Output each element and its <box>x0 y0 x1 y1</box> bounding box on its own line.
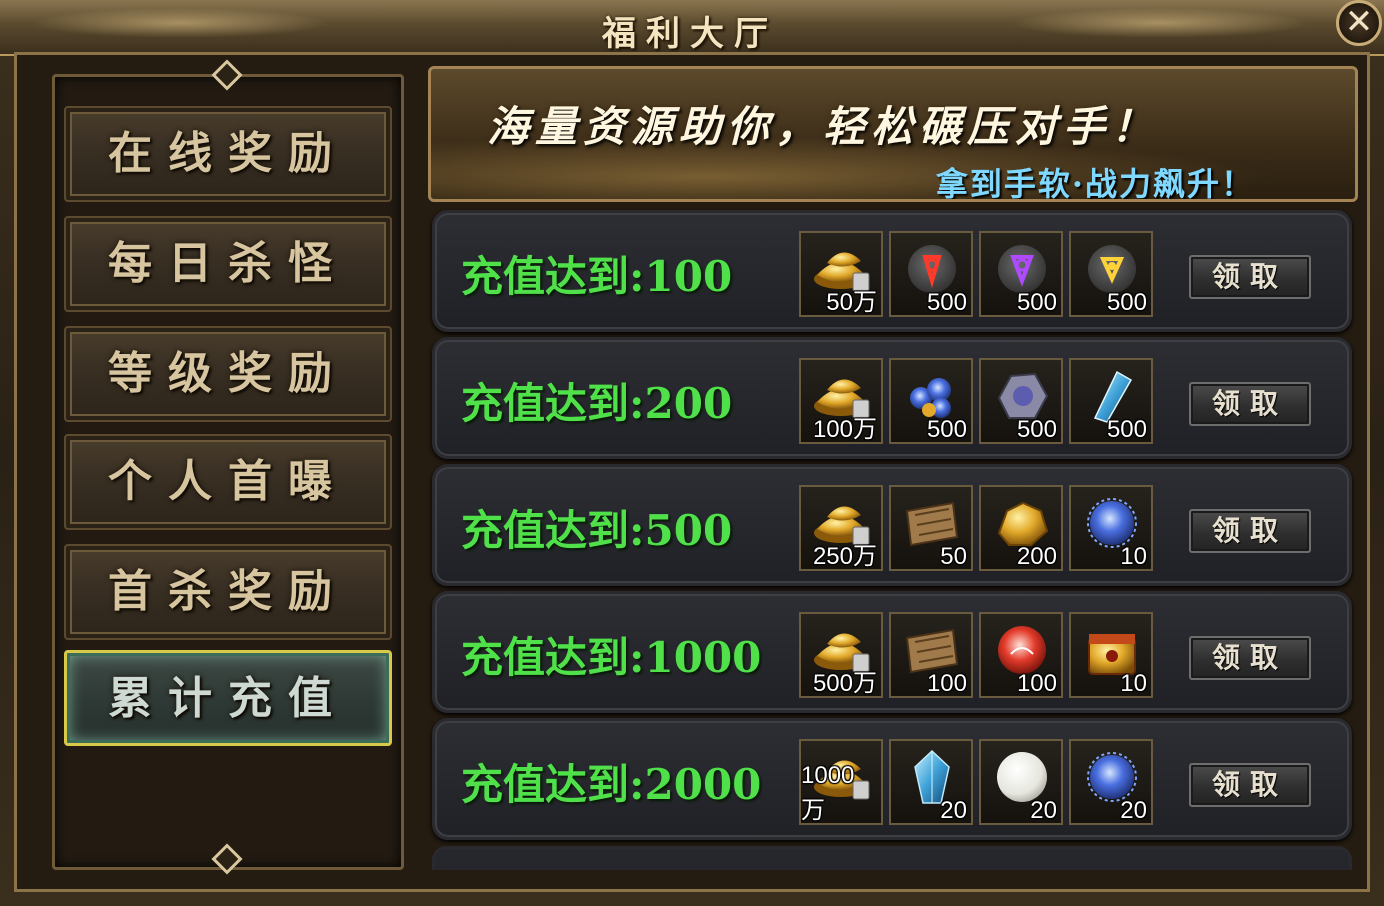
close-button[interactable]: ✕ <box>1336 0 1382 46</box>
reward-quantity: 500 <box>1016 289 1057 316</box>
reward-slot[interactable]: 100 <box>979 612 1063 698</box>
sidebar-item-cumulative-recharge[interactable]: 累计充值 <box>64 650 392 746</box>
reward-slot[interactable]: 250万 <box>799 485 883 571</box>
reward-quantity: 200 <box>1016 543 1057 570</box>
reward-list[interactable]: 充值达到:100 50万 500 500 500 领取 充值达到:200 100万 500 500… <box>432 210 1352 870</box>
reward-quantity: 50万 <box>826 289 877 316</box>
recharge-threshold-label: 充值达到:200 <box>461 379 733 428</box>
reward-row: 充值达到:100 50万 500 500 500 领取 <box>432 210 1352 332</box>
reward-quantity: 10 <box>1120 670 1147 697</box>
claim-button[interactable]: 领取 <box>1189 509 1311 553</box>
sidebar-item-level-reward[interactable]: 等级奖励 <box>64 326 392 422</box>
reward-slot[interactable]: 500万 <box>799 612 883 698</box>
reward-quantity: 500 <box>1016 416 1057 443</box>
sidebar-item-label: 首杀奖励 <box>108 566 348 617</box>
reward-slot[interactable]: 500 <box>1069 358 1153 444</box>
reward-quantity: 20 <box>1030 797 1057 824</box>
reward-quantity: 500万 <box>812 670 877 697</box>
reward-slot[interactable]: 500 <box>1069 231 1153 317</box>
sidebar-item-label: 在线奖励 <box>108 128 348 179</box>
reward-slot[interactable]: 500 <box>979 231 1063 317</box>
reward-quantity: 100万 <box>812 416 877 443</box>
recharge-threshold-label: 充值达到:100 <box>461 252 733 301</box>
claim-button[interactable]: 领取 <box>1189 382 1311 426</box>
reward-slot[interactable]: 200 <box>979 485 1063 571</box>
title-bar: 福利大厅 <box>0 0 1384 56</box>
reward-slot[interactable]: 20 <box>979 739 1063 825</box>
promo-banner: 海量资源助你，轻松碾压对手！ 拿到手软·战力飙升！ <box>428 66 1358 202</box>
sidebar-item-label: 每日杀怪 <box>108 238 348 289</box>
reward-quantity: 100 <box>926 670 967 697</box>
reward-slot[interactable]: 500 <box>889 231 973 317</box>
left-ornament <box>30 8 330 38</box>
reward-quantity: 500 <box>926 289 967 316</box>
sidebar-item-personal-first[interactable]: 个人首曝 <box>64 434 392 530</box>
window-frame: 福利大厅 ✕ 在线奖励 每日杀怪 等级奖励 个人首曝 首杀奖励 累计充值 海量资… <box>0 0 1384 906</box>
reward-quantity: 20 <box>1120 797 1147 824</box>
reward-slot[interactable]: 50万 <box>799 231 883 317</box>
claim-button[interactable]: 领取 <box>1189 255 1311 299</box>
next-row-peek <box>432 846 1352 870</box>
reward-slot[interactable]: 10 <box>1069 612 1153 698</box>
reward-quantity: 500 <box>926 416 967 443</box>
reward-slot[interactable]: 500 <box>889 358 973 444</box>
reward-row: 充值达到:200 100万 500 500 500 领取 <box>432 337 1352 459</box>
sidebar-item-label: 累计充值 <box>108 673 348 724</box>
sidebar-item-first-kill-reward[interactable]: 首杀奖励 <box>64 544 392 640</box>
recharge-threshold-label: 充值达到:2000 <box>461 760 762 809</box>
claim-button-label: 领取 <box>1211 387 1288 420</box>
reward-quantity: 50 <box>940 543 967 570</box>
reward-quantity: 10 <box>1120 543 1147 570</box>
sidebar-item-online-reward[interactable]: 在线奖励 <box>64 106 392 202</box>
claim-button-label: 领取 <box>1211 768 1288 801</box>
reward-slot[interactable]: 1000万 <box>799 739 883 825</box>
reward-slot[interactable]: 20 <box>889 739 973 825</box>
reward-quantity: 100 <box>1016 670 1057 697</box>
reward-slot[interactable]: 100万 <box>799 358 883 444</box>
window-title: 福利大厅 <box>602 14 778 54</box>
reward-row: 充值达到:1000 500万 100 100 10 领取 <box>432 591 1352 713</box>
reward-row: 充值达到:2000 1000万 20 20 20 领取 <box>432 718 1352 840</box>
reward-quantity: 20 <box>940 797 967 824</box>
recharge-threshold-label: 充值达到:1000 <box>461 633 762 682</box>
reward-slot[interactable]: 10 <box>1069 485 1153 571</box>
recharge-threshold-label: 充值达到:500 <box>461 506 733 555</box>
reward-quantity: 500 <box>1106 289 1147 316</box>
claim-button-label: 领取 <box>1211 514 1288 547</box>
banner-headline: 海量资源助你，轻松碾压对手！ <box>487 102 1160 151</box>
reward-slot[interactable]: 20 <box>1069 739 1153 825</box>
claim-button-label: 领取 <box>1211 260 1288 293</box>
reward-slot[interactable]: 50 <box>889 485 973 571</box>
sidebar-item-daily-kill[interactable]: 每日杀怪 <box>64 216 392 312</box>
claim-button-label: 领取 <box>1211 641 1288 674</box>
reward-row: 充值达到:500 250万 50 200 10 领取 <box>432 464 1352 586</box>
reward-quantity: 1000万 <box>801 762 855 824</box>
reward-slot[interactable]: 100 <box>889 612 973 698</box>
close-icon: ✕ <box>1344 2 1374 42</box>
reward-quantity: 500 <box>1106 416 1147 443</box>
claim-button[interactable]: 领取 <box>1189 763 1311 807</box>
sidebar-item-label: 等级奖励 <box>108 348 348 399</box>
right-ornament <box>1010 8 1310 38</box>
claim-button[interactable]: 领取 <box>1189 636 1311 680</box>
sidebar-item-label: 个人首曝 <box>108 456 348 507</box>
banner-subtitle: 拿到手软·战力飙升！ <box>935 165 1255 202</box>
reward-quantity: 250万 <box>812 543 877 570</box>
reward-slot[interactable]: 500 <box>979 358 1063 444</box>
